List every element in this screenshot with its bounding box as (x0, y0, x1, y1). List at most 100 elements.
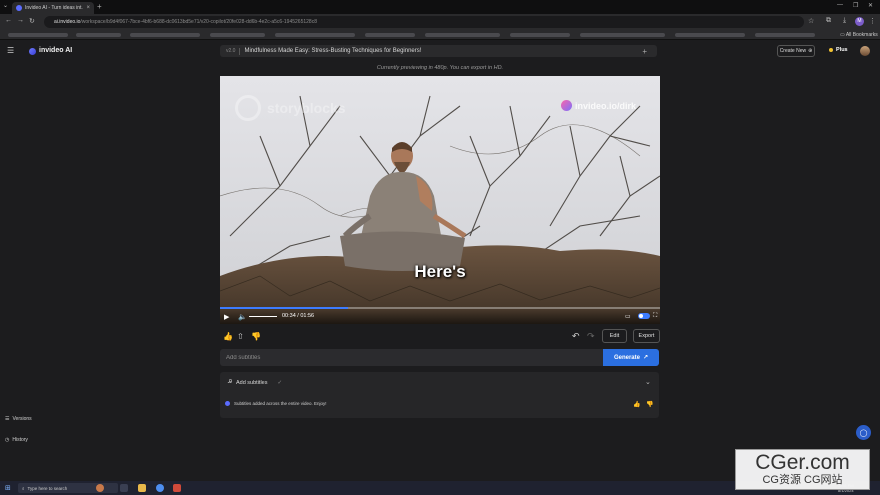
bookmark-item[interactable] (580, 33, 665, 37)
forward-arrow-icon[interactable]: → (17, 17, 24, 24)
export-button[interactable]: Export (633, 329, 660, 343)
versions-icon: ☰ (5, 416, 10, 422)
generate-label: Generate (613, 354, 640, 361)
chat-support-button[interactable]: ◯ (856, 425, 871, 440)
project-title: Mindfulness Made Easy: Stress-Busting Te… (244, 48, 422, 54)
all-bookmarks-label: All Bookmarks (845, 32, 878, 38)
chevron-down-icon[interactable]: ⌄ (645, 378, 651, 386)
thumbs-down-icon[interactable]: 👎 (251, 332, 261, 341)
play-icon[interactable]: ▶ (224, 313, 229, 321)
plan-badge[interactable]: Plus (829, 47, 848, 53)
versions-label: Versions (12, 416, 32, 422)
add-icon[interactable]: + (642, 47, 647, 56)
minimize-icon[interactable]: — (837, 2, 843, 8)
invideo-watermark: invideo.io/dirk (561, 100, 636, 111)
invideo-favicon-icon (16, 5, 22, 11)
versions-button[interactable]: ☰ Versions (5, 416, 32, 422)
back-arrow-icon[interactable]: ← (5, 17, 12, 24)
volume-icon[interactable]: 🔈 (238, 313, 247, 321)
close-window-icon[interactable]: ✕ (868, 2, 873, 9)
reload-icon[interactable]: ↻ (29, 17, 35, 25)
app-icon[interactable] (173, 484, 181, 492)
taskbar-search-placeholder: Type here to search (27, 485, 68, 491)
maximize-icon[interactable]: ❐ (853, 2, 858, 9)
subtitles-panel-header[interactable]: Ꭿ Add subtitles ✓ (228, 379, 282, 386)
task-view-icon[interactable] (120, 484, 128, 492)
arrow-up-right-icon: ↗ (642, 355, 649, 361)
bookmark-item[interactable] (365, 33, 415, 37)
bookmark-item[interactable] (755, 33, 815, 37)
chat-bubble-icon: ◯ (859, 429, 868, 437)
bookmark-item[interactable] (130, 33, 200, 37)
bookmark-item[interactable] (8, 33, 68, 37)
thumbs-up-icon[interactable]: 👍 (223, 332, 233, 341)
message-thumbs-down-icon[interactable]: 👎 (646, 401, 653, 408)
version-label: v2.0 (226, 48, 236, 54)
video-player[interactable]: storyblocks invideo.io/dirk Here's ▶ 🔈 0… (220, 76, 660, 324)
user-avatar[interactable] (860, 46, 870, 56)
redo-icon[interactable]: ↷ (587, 331, 595, 342)
subtitles-icon: Ꭿ (228, 379, 232, 385)
app-header: ☰ invideo AI v2.0 Mindfulness Made Easy:… (0, 41, 880, 61)
pip-icon[interactable]: ▭ (625, 313, 631, 320)
tab-search-icon[interactable]: ⌄ (3, 2, 8, 9)
plan-label: Plus (836, 47, 848, 53)
video-progress-bar[interactable] (220, 307, 660, 309)
assistant-message: Subtitles added across the entire video.… (225, 401, 327, 406)
url-host: ai.invideo.io (54, 19, 81, 25)
undo-icon[interactable]: ↶ (572, 331, 580, 342)
check-icon: ✓ (277, 379, 283, 386)
assistant-avatar-icon (225, 401, 230, 406)
browser-toolbar: ← → ↻ ai.invideo.io /workspace/b9d4f067-… (0, 14, 880, 30)
all-bookmarks-link[interactable]: ▭ All Bookmarks (840, 32, 878, 38)
history-label: History (12, 437, 28, 443)
bookmark-item[interactable] (425, 33, 500, 37)
volume-slider[interactable] (249, 316, 277, 317)
create-new-button[interactable]: Create New ⊕ (777, 45, 815, 57)
browser-menu-icon[interactable]: ⋮ (869, 17, 876, 25)
create-new-label: Create New (779, 48, 807, 54)
message-thumbs-up-icon[interactable]: 👍 (633, 401, 640, 408)
tab-close-icon[interactable]: × (86, 5, 90, 11)
search-icon: ⌕ (22, 485, 25, 491)
assistant-message-text: Subtitles added across the entire video.… (234, 401, 327, 406)
app-logo-text[interactable]: invideo AI (39, 47, 72, 54)
browser-profile-avatar[interactable]: M (855, 17, 864, 26)
bookmark-item[interactable] (76, 33, 121, 37)
video-progress-fill (220, 307, 348, 309)
file-explorer-icon[interactable] (138, 484, 146, 492)
browser-tab-invideo[interactable]: Invideo AI - Turn ideas int... × (12, 2, 94, 14)
hd-toggle[interactable] (638, 313, 650, 319)
bookmark-item[interactable] (510, 33, 570, 37)
share-icon[interactable]: ⇧ (237, 332, 244, 341)
project-title-bar[interactable]: v2.0 Mindfulness Made Easy: Stress-Busti… (220, 45, 657, 57)
bookmark-item[interactable] (210, 33, 265, 37)
invideo-watermark-icon (561, 100, 572, 111)
edit-button[interactable]: Edit (602, 329, 627, 343)
new-tab-icon[interactable]: + (97, 2, 102, 11)
bookmark-item[interactable] (675, 33, 745, 37)
bookmark-star-icon[interactable]: ☆ (808, 17, 814, 25)
generate-button[interactable]: Generate ↗ (603, 349, 659, 366)
extensions-icon[interactable]: ⧉ (826, 17, 831, 25)
bookmark-item[interactable] (275, 33, 355, 37)
invideo-watermark-text: invideo.io/dirk (575, 100, 637, 111)
subtitles-panel-title: Add subtitles (235, 379, 268, 386)
download-icon[interactable]: ⤓ (843, 17, 846, 25)
history-icon: ◷ (5, 437, 10, 443)
storyblocks-watermark: storyblocks (235, 95, 346, 121)
video-caption: Here's (414, 262, 466, 281)
address-bar[interactable]: ai.invideo.io /workspace/b9d4f067-7bce-4… (44, 16, 804, 28)
windows-start-icon[interactable]: ⊞ (5, 484, 11, 492)
subtitle-input[interactable] (220, 349, 603, 366)
title-divider (239, 47, 241, 55)
storyblocks-watermark-text: storyblocks (267, 100, 346, 116)
hamburger-menu-icon[interactable]: ☰ (7, 47, 14, 55)
chrome-icon[interactable] (156, 484, 164, 492)
taskbar-widget-icon[interactable] (96, 484, 104, 492)
fullscreen-icon[interactable]: ⛶ (653, 313, 657, 320)
history-button[interactable]: ◷ History (5, 437, 28, 443)
bookmarks-bar: ▭ All Bookmarks (0, 30, 880, 40)
tab-title: Invideo AI - Turn ideas int... (25, 5, 84, 11)
invideo-logo-icon (29, 48, 36, 55)
